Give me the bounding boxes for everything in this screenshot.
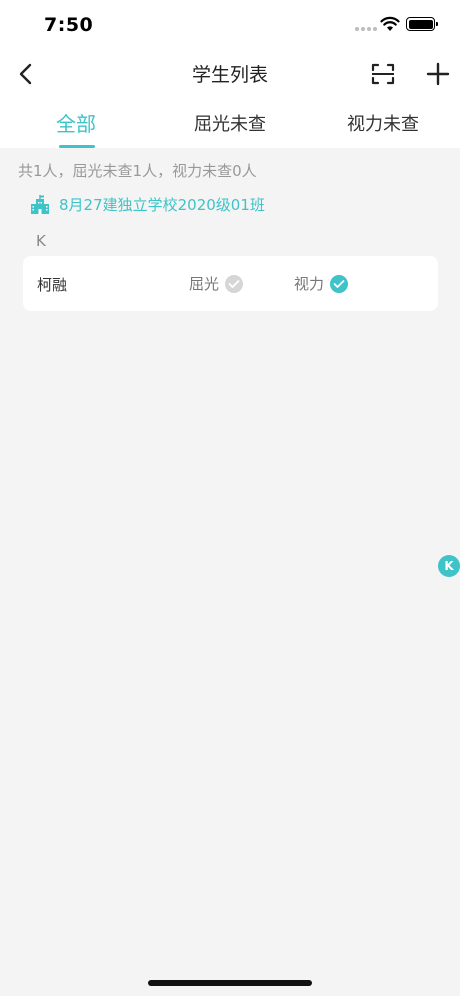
group-letter-header: K — [36, 232, 46, 250]
tab-vision-unchecked[interactable]: 视力未查 — [347, 110, 419, 136]
cellular-signal-icon — [355, 27, 377, 31]
school-row[interactable]: 8月27建独立学校2020级01班 — [30, 194, 265, 215]
refraction-check-icon — [225, 274, 244, 293]
tab-bar: 全部 屈光未查 视力未查 — [0, 100, 460, 148]
status-time: 7:50 — [44, 14, 94, 36]
school-building-icon — [31, 194, 49, 214]
refraction-status: 屈光 — [189, 273, 244, 294]
battery-icon — [406, 17, 438, 31]
refraction-label: 屈光 — [189, 275, 220, 293]
scan-icon — [371, 63, 395, 85]
wifi-icon — [380, 16, 400, 31]
vision-label: 视力 — [294, 275, 325, 293]
add-button[interactable] — [424, 60, 452, 88]
plus-icon — [426, 62, 450, 86]
school-name: 8月27建独立学校2020级01班 — [59, 196, 265, 214]
summary-text: 共1人，屈光未查1人，视力未查0人 — [18, 162, 257, 180]
tab-refraction-unchecked[interactable]: 屈光未查 — [194, 110, 266, 136]
nav-bar: 学生列表 — [0, 52, 460, 96]
index-bar-letter-k[interactable]: K — [438, 555, 460, 577]
tab-active-indicator — [59, 145, 95, 148]
student-name: 柯融 — [37, 276, 68, 294]
vision-check-icon — [330, 274, 349, 293]
scan-button[interactable] — [370, 62, 396, 86]
student-row[interactable]: 柯融 屈光 视力 — [23, 256, 438, 311]
status-bar: 7:50 — [0, 0, 460, 52]
tab-all[interactable]: 全部 — [56, 108, 96, 137]
home-indicator — [148, 980, 312, 986]
vision-status: 视力 — [294, 273, 349, 294]
